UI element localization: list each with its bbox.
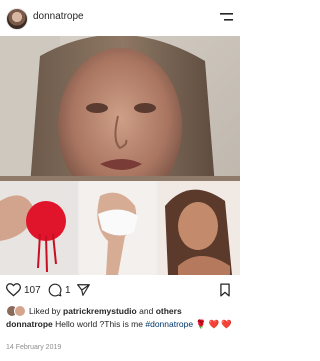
- heart-outline-icon[interactable]: [6, 283, 21, 297]
- liked-by-prefix: Liked by: [29, 306, 61, 316]
- liked-by: Liked by patrickremystudio and others: [6, 305, 182, 317]
- caption-username[interactable]: donnatrope: [6, 319, 53, 329]
- post-caption: donnatrope Hello world ?This is me #donn…: [6, 318, 236, 330]
- post-actions: 107 1: [0, 281, 240, 299]
- post-photo[interactable]: [0, 36, 240, 275]
- menu-icon[interactable]: [220, 12, 233, 22]
- share-action[interactable]: [76, 281, 91, 299]
- post-photo-image: [0, 36, 240, 275]
- liker-avatar[interactable]: [14, 305, 26, 317]
- liked-by-user[interactable]: patrickremystudio: [63, 306, 137, 316]
- comment-icon[interactable]: [48, 283, 62, 297]
- avatar[interactable]: [6, 8, 28, 30]
- post-username[interactable]: donnatrope: [33, 11, 84, 22]
- bookmark-icon[interactable]: [219, 283, 231, 297]
- liked-by-others[interactable]: others: [156, 306, 182, 316]
- send-icon[interactable]: [76, 283, 91, 297]
- caption-emoji: 🌹 ❤️ ❤️: [195, 319, 232, 329]
- like-count[interactable]: 107: [24, 285, 41, 296]
- save-action[interactable]: [219, 281, 231, 299]
- caption-hashtag[interactable]: #donnatrope: [145, 319, 193, 329]
- comment-action[interactable]: 1: [48, 281, 71, 299]
- comment-count[interactable]: 1: [65, 285, 71, 296]
- like-action[interactable]: 107: [6, 281, 41, 299]
- post-date: 14 February 2019: [6, 344, 62, 351]
- caption-text: Hello world ?This is me: [55, 319, 143, 329]
- post-header: donnatrope: [0, 0, 240, 36]
- liked-by-conj: and: [139, 306, 154, 316]
